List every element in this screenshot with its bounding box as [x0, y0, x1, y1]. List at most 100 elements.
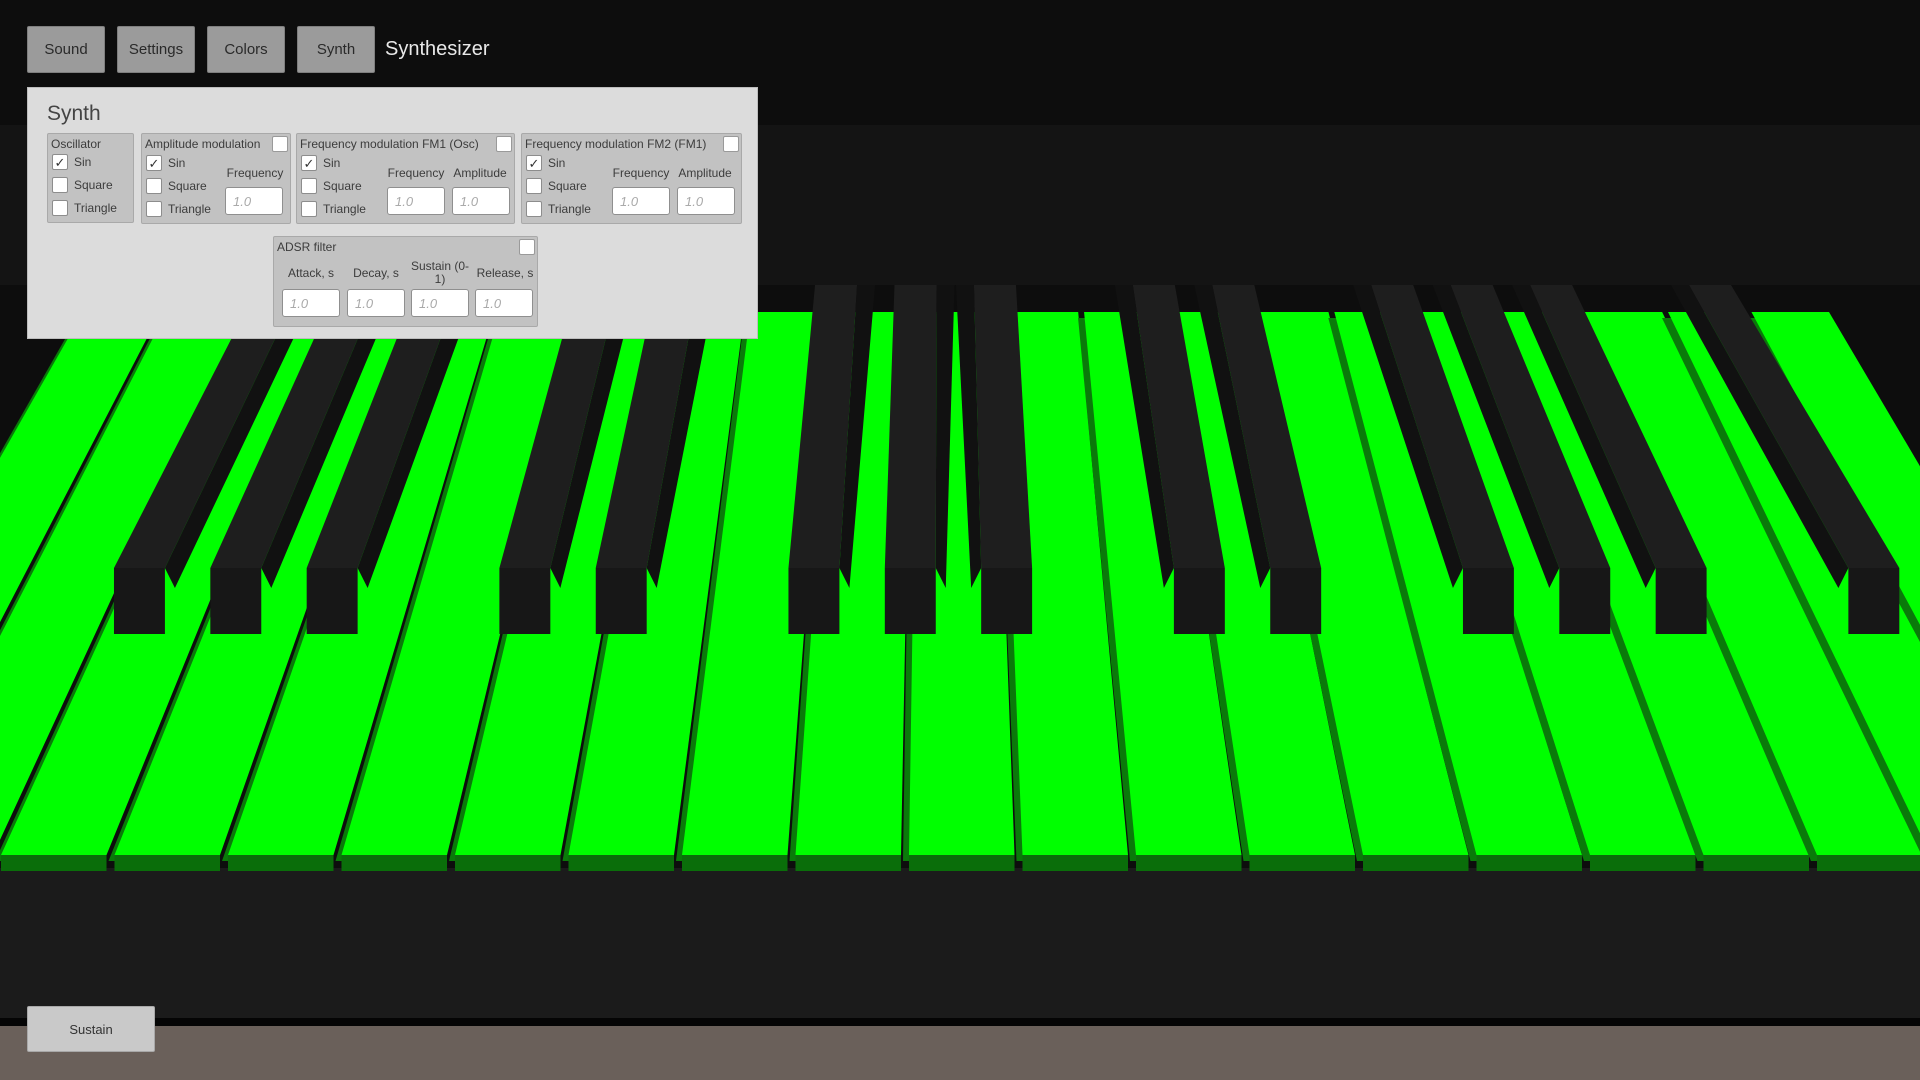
black-key-front: [499, 568, 551, 634]
fm2-amplitude-label: Amplitude: [678, 166, 732, 180]
synth-button[interactable]: Synth: [297, 26, 375, 73]
amplitude-modulation-group: Amplitude modulation ✓ Sin Square Triang…: [141, 133, 291, 224]
adsr-attack-input[interactable]: [282, 289, 340, 317]
osc-sin-checkbox[interactable]: ✓: [52, 154, 68, 170]
osc-triangle-option[interactable]: Triangle: [52, 200, 117, 216]
am-square-checkbox[interactable]: [146, 178, 162, 194]
adsr-decay-label: Decay, s: [353, 266, 399, 280]
fm1-square-checkbox[interactable]: [301, 178, 317, 194]
black-key-front: [113, 568, 165, 634]
adsr-attack-label: Attack, s: [287, 266, 334, 280]
fm1-sin-option[interactable]: ✓ Sin: [301, 155, 340, 171]
osc-sin-option[interactable]: ✓ Sin: [52, 154, 91, 170]
black-key-front: [210, 568, 262, 634]
am-triangle-label: Triangle: [168, 202, 211, 216]
fm2-sin-option[interactable]: ✓ Sin: [526, 155, 565, 171]
fm1-group: Frequency modulation FM1 (Osc) ✓ Sin Squ…: [296, 133, 515, 224]
front-rail-edge: [0, 1018, 1920, 1026]
adsr-release-label: Release, s: [476, 266, 534, 280]
fm1-triangle-checkbox[interactable]: [301, 201, 317, 217]
white-key-front: [228, 855, 334, 871]
black-key-front: [306, 568, 358, 634]
black-key-front: [595, 568, 647, 634]
black-key-front: [884, 568, 936, 634]
black-key-front: [788, 568, 840, 634]
white-key-front: [455, 855, 561, 871]
keyboard-front-rail: [0, 868, 1920, 1018]
white-key-front: [1476, 855, 1582, 871]
fm2-square-option[interactable]: Square: [526, 178, 587, 194]
white-key-front: [909, 855, 1015, 871]
am-sin-checkbox[interactable]: ✓: [146, 155, 162, 171]
osc-triangle-checkbox[interactable]: [52, 200, 68, 216]
am-enable-checkbox[interactable]: [272, 136, 288, 152]
adsr-filter-group: ADSR filter Attack, s Decay, s Sustain (…: [273, 236, 538, 327]
osc-square-option[interactable]: Square: [52, 177, 113, 193]
black-key-front: [1462, 568, 1514, 634]
fm1-amplitude-label: Amplitude: [453, 166, 507, 180]
am-frequency-input[interactable]: [225, 187, 283, 215]
fm1-triangle-option[interactable]: Triangle: [301, 201, 366, 217]
floor: [0, 1026, 1920, 1080]
white-key-front: [1022, 855, 1128, 871]
fm1-frequency-input[interactable]: [387, 187, 445, 215]
fm2-sin-checkbox[interactable]: ✓: [526, 155, 542, 171]
fm2-frequency-input[interactable]: [612, 187, 670, 215]
colors-button[interactable]: Colors: [207, 26, 285, 73]
am-sin-label: Sin: [168, 156, 186, 170]
black-key-front: [1173, 568, 1225, 634]
fm2-square-label: Square: [548, 179, 587, 193]
am-square-label: Square: [168, 179, 207, 193]
fm1-sin-label: Sin: [323, 156, 341, 170]
black-key-front: [1559, 568, 1611, 634]
fm1-square-option[interactable]: Square: [301, 178, 362, 194]
adsr-title: ADSR filter: [277, 240, 337, 254]
white-key-front: [1363, 855, 1469, 871]
panel-title: Synth: [47, 102, 101, 125]
fm1-amplitude-input[interactable]: [452, 187, 510, 215]
fm2-triangle-label: Triangle: [548, 202, 591, 216]
osc-sin-label: Sin: [74, 155, 92, 169]
fm1-frequency-label: Frequency: [387, 166, 445, 180]
fm1-triangle-label: Triangle: [323, 202, 366, 216]
white-key-front: [1817, 855, 1920, 871]
white-key-front: [568, 855, 674, 871]
fm2-enable-checkbox[interactable]: [723, 136, 739, 152]
adsr-decay-input[interactable]: [347, 289, 405, 317]
fm2-amplitude-input[interactable]: [677, 187, 735, 215]
white-key-front: [1, 855, 107, 871]
white-key-front: [1136, 855, 1242, 871]
am-square-option[interactable]: Square: [146, 178, 207, 194]
osc-square-label: Square: [74, 178, 113, 192]
adsr-release-input[interactable]: [475, 289, 533, 317]
white-key-front: [1703, 855, 1809, 871]
fm2-group: Frequency modulation FM2 (FM1) ✓ Sin Squ…: [521, 133, 742, 224]
synth-panel: Synth Oscillator ✓ Sin Square Triangle A…: [27, 87, 758, 339]
sustain-button[interactable]: Sustain: [27, 1006, 155, 1052]
am-triangle-checkbox[interactable]: [146, 201, 162, 217]
am-title: Amplitude modulation: [145, 137, 261, 151]
white-key-front: [795, 855, 901, 871]
black-key-front: [1848, 568, 1900, 634]
fm1-sin-checkbox[interactable]: ✓: [301, 155, 317, 171]
osc-square-checkbox[interactable]: [52, 177, 68, 193]
osc-triangle-label: Triangle: [74, 201, 117, 215]
fm2-title: Frequency modulation FM2 (FM1): [525, 137, 707, 151]
am-triangle-option[interactable]: Triangle: [146, 201, 211, 217]
white-key-front: [1590, 855, 1696, 871]
sound-button[interactable]: Sound: [27, 26, 105, 73]
am-sin-option[interactable]: ✓ Sin: [146, 155, 185, 171]
adsr-enable-checkbox[interactable]: [519, 239, 535, 255]
fm2-square-checkbox[interactable]: [526, 178, 542, 194]
settings-button[interactable]: Settings: [117, 26, 195, 73]
fm2-triangle-option[interactable]: Triangle: [526, 201, 591, 217]
fm2-triangle-checkbox[interactable]: [526, 201, 542, 217]
fm1-enable-checkbox[interactable]: [496, 136, 512, 152]
am-frequency-label: Frequency: [226, 166, 284, 180]
oscillator-title: Oscillator: [51, 137, 102, 151]
app-title: Synthesizer: [385, 38, 490, 60]
white-key-front: [1249, 855, 1355, 871]
white-key-front: [682, 855, 788, 871]
adsr-sustain-input[interactable]: [411, 289, 469, 317]
fm2-frequency-label: Frequency: [612, 166, 670, 180]
